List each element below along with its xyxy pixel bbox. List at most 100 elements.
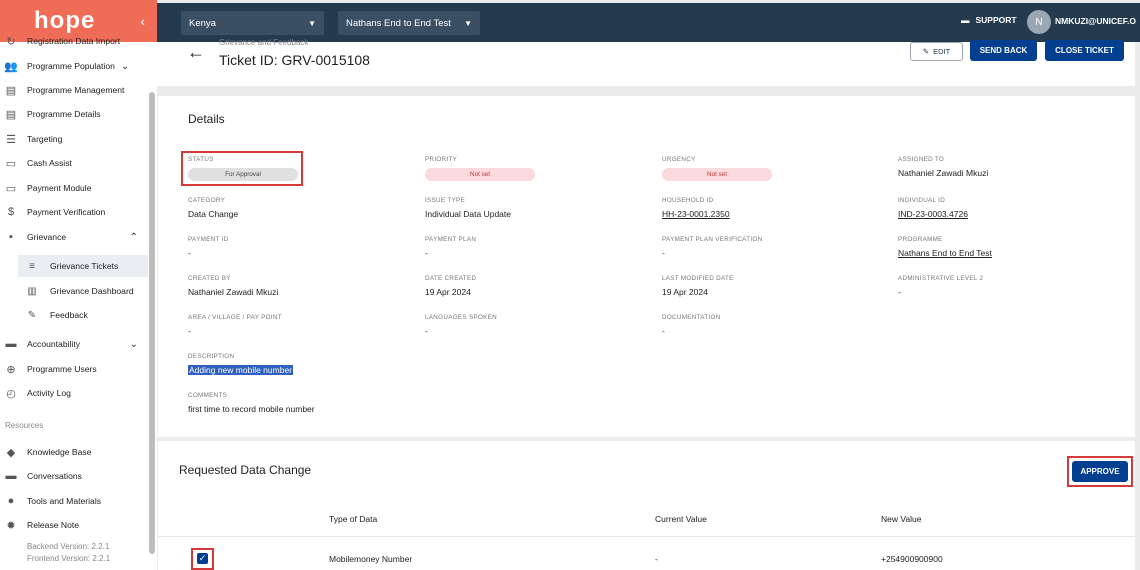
payment-id-value: - xyxy=(188,248,191,258)
household-id-link[interactable]: HH-23-0001.2350 xyxy=(662,209,892,219)
registration-icon: ↻ xyxy=(6,35,16,48)
support-button[interactable]: ▬ SUPPORT xyxy=(961,15,1017,25)
support-chat-icon: ▬ xyxy=(961,15,970,25)
comments-value: first time to record mobile number xyxy=(188,404,315,414)
edit-label: EDIT xyxy=(933,47,951,56)
urgency-badge: Not set xyxy=(662,168,772,181)
chat-icon: ▬ xyxy=(5,470,17,482)
country-select[interactable]: Kenya ▼ xyxy=(181,11,324,35)
grievance-icon: ▪ xyxy=(9,231,13,243)
avatar[interactable]: N xyxy=(1027,10,1051,34)
requested-data-change-title: Requested Data Change xyxy=(179,463,312,477)
payment-id-label: PAYMENT ID xyxy=(188,236,229,243)
documentation-label: DOCUMENTATION xyxy=(662,314,721,321)
sidebar-item-payment-verification[interactable]: $ Payment Verification xyxy=(0,201,150,223)
chevron-left-icon[interactable]: ‹ xyxy=(140,13,145,29)
sidebar-item-programme-management[interactable]: ▤ Programme Management xyxy=(0,79,150,101)
documentation-value: - xyxy=(662,326,665,336)
row-checkbox[interactable]: ✓ xyxy=(197,553,208,564)
sidebar-item-activity-log[interactable]: ◴ Activity Log xyxy=(0,382,150,404)
category-value: Data Change xyxy=(188,209,239,219)
date-created-value: 19 Apr 2024 xyxy=(425,287,471,297)
list-lines-icon: ≡ xyxy=(29,260,35,272)
languages-value: - xyxy=(425,326,428,336)
sidebar-item-label: Payment Verification xyxy=(27,207,106,217)
sidebar-item-feedback[interactable]: ✎ Feedback xyxy=(18,304,148,326)
priority-label: PRIORITY xyxy=(425,156,458,163)
category-field: CATEGORY Data Change xyxy=(188,197,418,219)
back-arrow-icon[interactable]: ← xyxy=(187,42,205,63)
sidebar-item-grievance-dashboard[interactable]: ▥ Grievance Dashboard xyxy=(18,280,148,302)
comments-label: COMMENTS xyxy=(188,392,228,399)
sidebar-item-conversations[interactable]: ▬ Conversations xyxy=(0,465,150,487)
sidebar-item-cash-assist[interactable]: ▭ Cash Assist xyxy=(0,152,150,174)
issue-type-field: ISSUE TYPE Individual Data Update xyxy=(425,197,655,219)
frontend-version: Frontend Version: 2.2.1 xyxy=(27,554,111,563)
payment-plan-verification-field: PAYMENT PLAN VERIFICATION - xyxy=(662,236,892,258)
sidebar-item-programme-population[interactable]: 👥 Programme Population ⌄ xyxy=(0,55,150,77)
row-type-value: Mobilemoney Number xyxy=(329,554,413,564)
card-icon: ▭ xyxy=(5,157,17,170)
column-header-new[interactable]: New Value xyxy=(881,514,921,524)
date-created-label: DATE CREATED xyxy=(425,275,477,282)
admin-level-2-value: - xyxy=(898,287,901,297)
chevron-down-icon[interactable]: ⌄ xyxy=(130,339,138,350)
chevron-down-icon[interactable]: ⌄ xyxy=(121,61,129,72)
top-app-bar: Kenya ▼ Nathans End to End Test ▼ ▬ SUPP… xyxy=(157,3,1140,42)
languages-field: LANGUAGES SPOKEN - xyxy=(425,314,655,336)
card-icon: ▭ xyxy=(5,182,17,195)
sidebar-item-grievance[interactable]: ▪ Grievance ⌃ xyxy=(0,226,150,248)
edit-button[interactable]: ✎ EDIT xyxy=(910,42,963,61)
gear-icon: ✹ xyxy=(6,519,16,532)
issue-type-label: ISSUE TYPE xyxy=(425,197,465,204)
chart-icon: ▥ xyxy=(27,285,37,297)
payment-plan-verification-label: PAYMENT PLAN VERIFICATION xyxy=(662,236,763,243)
sidebar-item-payment-module[interactable]: ▭ Payment Module xyxy=(0,177,150,199)
caret-down-icon: ▼ xyxy=(308,18,316,28)
sidebar-item-label: Grievance xyxy=(27,232,67,242)
username[interactable]: NMKUZI@UNICEF.O xyxy=(1055,16,1136,26)
sidebar-item-knowledge-base[interactable]: ◆ Knowledge Base xyxy=(0,441,150,463)
sidebar-item-label: Knowledge Base xyxy=(27,447,92,457)
issue-type-value: Individual Data Update xyxy=(425,209,512,219)
area-label: AREA / VILLAGE / PAY POINT xyxy=(188,314,282,321)
chevron-up-icon[interactable]: ⌃ xyxy=(130,232,138,243)
sidebar-item-programme-users[interactable]: ⊕ Programme Users xyxy=(0,358,150,380)
payment-plan-field: PAYMENT PLAN - xyxy=(425,236,655,258)
sidebar-item-label: Registration Data Import xyxy=(27,36,121,46)
column-header-current[interactable]: Current Value xyxy=(655,514,707,524)
close-ticket-button[interactable]: CLOSE TICKET xyxy=(1045,40,1124,61)
sidebar-item-programme-details[interactable]: ▤ Programme Details xyxy=(0,103,150,125)
last-modified-field: LAST MODIFIED DATE 19 Apr 2024 xyxy=(662,275,892,297)
admin-level-2-label: ADMINISTRATIVE LEVEL 2 xyxy=(898,275,984,282)
assigned-value: Nathaniel Zawadi Mkuzi xyxy=(898,168,989,178)
sidebar-item-label: Programme Users xyxy=(27,364,97,374)
comments-field: COMMENTS first time to record mobile num… xyxy=(188,392,418,414)
history-icon: ◴ xyxy=(6,387,16,400)
sidebar-scrollbar[interactable] xyxy=(149,92,155,554)
programme-select[interactable]: Nathans End to End Test ▼ xyxy=(338,11,480,35)
sidebar-item-label: Accountability xyxy=(27,339,81,349)
sidebar-item-label: Release Note xyxy=(27,520,80,530)
sidebar-item-registration[interactable]: ↻ Registration Data Import xyxy=(0,31,150,51)
area-field: AREA / VILLAGE / PAY POINT - xyxy=(188,314,418,336)
sidebar-item-accountability[interactable]: ▬ Accountability ⌄ xyxy=(0,333,150,355)
sidebar-item-targeting[interactable]: ☰ Targeting xyxy=(0,128,150,150)
feedback-icon: ✎ xyxy=(27,309,37,321)
approve-button[interactable]: APPROVE xyxy=(1072,461,1128,482)
sidebar-item-label: Targeting xyxy=(27,134,63,144)
sidebar-item-release-note[interactable]: ✹ Release Note xyxy=(0,514,150,536)
breadcrumb[interactable]: Grievance and Feedback xyxy=(219,38,308,47)
last-modified-value: 19 Apr 2024 xyxy=(662,287,708,297)
programme-link[interactable]: Nathans End to End Test xyxy=(898,248,1128,258)
resources-heading: Resources xyxy=(5,421,44,430)
country-value: Kenya xyxy=(189,17,216,29)
sidebar-item-tools-materials[interactable]: ● Tools and Materials xyxy=(0,490,150,512)
individual-id-label: INDIVIDUAL ID xyxy=(898,197,946,204)
column-header-type[interactable]: Type of Data xyxy=(329,514,377,524)
table-divider xyxy=(158,536,1135,537)
sidebar-item-grievance-tickets[interactable]: ≡ Grievance Tickets xyxy=(18,255,148,277)
send-back-button[interactable]: SEND BACK xyxy=(970,40,1037,61)
individual-id-link[interactable]: IND-23-0003.4726 xyxy=(898,209,1128,219)
payment-plan-value: - xyxy=(425,248,428,258)
